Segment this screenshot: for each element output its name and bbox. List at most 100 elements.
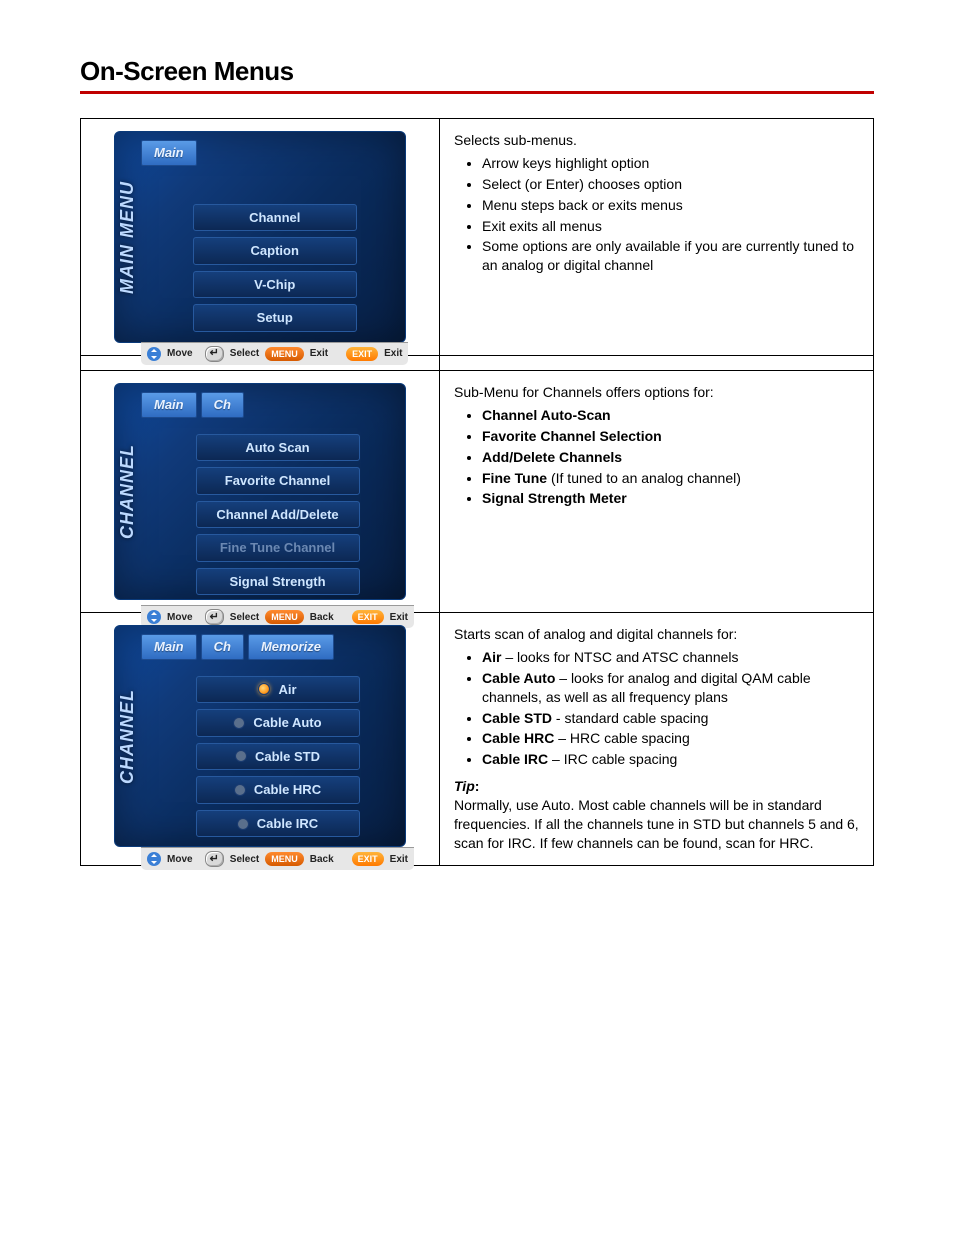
hint-move: Move xyxy=(167,853,193,867)
desc-item: Fine Tune (If tuned to an analog channel… xyxy=(482,469,859,488)
desc-item-text: Exit exits all menus xyxy=(482,218,602,234)
desc-list: Arrow keys highlight option Select (or En… xyxy=(454,154,859,275)
desc-cell: Sub-Menu for Channels offers options for… xyxy=(440,371,874,613)
menu-item-label: Fine Tune Channel xyxy=(220,539,335,557)
menu-item[interactable]: Auto Scan xyxy=(196,434,360,462)
menu-pill: MENU xyxy=(265,610,304,624)
desc-item-bold: Cable STD xyxy=(482,710,552,726)
panel-cell: MAIN MENUMainChannelCaptionV-ChipSetupMo… xyxy=(81,119,440,356)
desc-item-bold: Channel Auto-Scan xyxy=(482,407,611,423)
radio-icon xyxy=(258,683,270,695)
menu-item-label: V-Chip xyxy=(254,276,295,294)
menu-item-label: Channel xyxy=(249,209,300,227)
menu-item-label: Favorite Channel xyxy=(225,472,330,490)
menu-item[interactable]: Favorite Channel xyxy=(196,467,360,495)
desc-intro: Starts scan of analog and digital channe… xyxy=(454,625,859,644)
menu-item-label: Caption xyxy=(251,242,299,260)
desc-item: Cable STD - standard cable spacing xyxy=(482,709,859,728)
hint-exit-action: Exit xyxy=(390,611,408,625)
breadcrumb-item: Memorize xyxy=(248,634,334,660)
table-row: MAIN MENUMainChannelCaptionV-ChipSetupMo… xyxy=(81,119,874,356)
breadcrumb-item: Ch xyxy=(201,392,244,418)
hint-exit-action: Exit xyxy=(390,853,408,867)
breadcrumb: MainCh xyxy=(141,392,414,418)
menu-item-label: Cable Auto xyxy=(253,714,321,732)
radio-icon xyxy=(235,750,247,762)
desc-cell: Selects sub-menus.Arrow keys highlight o… xyxy=(440,119,874,356)
exit-pill: EXIT xyxy=(352,852,384,866)
desc-item-text: – looks for NTSC and ATSC channels xyxy=(501,649,738,665)
breadcrumb: Main xyxy=(141,140,408,166)
menu-item[interactable]: Cable Auto xyxy=(196,709,360,737)
desc-item-text: (If tuned to an analog channel) xyxy=(547,470,741,486)
menu-item[interactable]: Fine Tune Channel xyxy=(196,534,360,562)
hint-select: Select xyxy=(230,853,259,867)
osd-panel: MAIN MENUMainChannelCaptionV-ChipSetupMo… xyxy=(114,131,406,343)
desc-intro: Sub-Menu for Channels offers options for… xyxy=(454,383,859,402)
desc-tip-text: Normally, use Auto. Most cable channels … xyxy=(454,796,859,853)
desc-item: Arrow keys highlight option xyxy=(482,154,859,173)
table-row: CHANNELMainChMemorizeAirCable AutoCable … xyxy=(81,613,874,866)
hint-menu-action: Back xyxy=(310,611,334,625)
desc-item: Signal Strength Meter xyxy=(482,489,859,508)
hint-select: Select xyxy=(230,347,259,361)
menu-item[interactable]: Setup xyxy=(193,304,357,332)
menu-item[interactable]: Cable HRC xyxy=(196,776,360,804)
breadcrumb: MainChMemorize xyxy=(141,634,414,660)
osd-panel: CHANNELMainChMemorizeAirCable AutoCable … xyxy=(114,625,406,847)
menu-item[interactable]: Cable STD xyxy=(196,743,360,771)
menu-item-label: Cable IRC xyxy=(257,815,318,833)
desc-item: Favorite Channel Selection xyxy=(482,427,859,446)
hint-select: Select xyxy=(230,611,259,625)
arrows-icon xyxy=(147,610,161,624)
breadcrumb-item: Ch xyxy=(201,634,244,660)
menu-item[interactable]: Channel xyxy=(193,204,357,232)
desc-item: Exit exits all menus xyxy=(482,217,859,236)
osd-panel: CHANNEL MainCh Auto Scan Favorite Channel Ch… xyxy=(114,383,406,600)
desc-item-text: Some options are only available if you a… xyxy=(482,238,854,273)
panel-side-label: CHANNEL xyxy=(115,444,139,539)
desc-list: Channel Auto-Scan Favorite Channel Select… xyxy=(454,406,859,508)
desc-item-text: Arrow keys highlight option xyxy=(482,155,649,171)
hint-menu-action: Exit xyxy=(310,347,328,361)
enter-key-icon: ↵ xyxy=(205,346,224,362)
desc-item-bold: Signal Strength Meter xyxy=(482,490,627,506)
desc-item-bold: Air xyxy=(482,649,501,665)
desc-tip: Tip: xyxy=(454,777,859,796)
menu-item[interactable]: Caption xyxy=(193,237,357,265)
menu-item[interactable]: V-Chip xyxy=(193,271,357,299)
desc-item: Cable IRC – IRC cable spacing xyxy=(482,750,859,769)
desc-item-text: Select (or Enter) chooses option xyxy=(482,176,682,192)
desc-item-bold: Cable IRC xyxy=(482,751,548,767)
panel-cell: CHANNELMainChMemorizeAirCable AutoCable … xyxy=(81,613,440,866)
menu-item-label: Air xyxy=(278,681,296,699)
arrows-icon xyxy=(147,347,161,361)
menu-item[interactable]: Air xyxy=(196,676,360,704)
hint-menu-action: Back xyxy=(310,853,334,867)
menu-item-label: Channel Add/Delete xyxy=(216,506,338,524)
panel-side-label: MAIN MENU xyxy=(115,181,139,294)
radio-icon xyxy=(234,784,246,796)
desc-item: Cable Auto – looks for analog and digita… xyxy=(482,669,859,707)
desc-item-bold: Add/Delete Channels xyxy=(482,449,622,465)
radio-icon xyxy=(233,717,245,729)
desc-item-text: - standard cable spacing xyxy=(552,710,708,726)
desc-item-bold: Cable Auto xyxy=(482,670,555,686)
colon: : xyxy=(475,778,480,794)
menu-item[interactable]: Channel Add/Delete xyxy=(196,501,360,529)
desc-item-bold: Fine Tune xyxy=(482,470,547,486)
desc-item-bold: Cable HRC xyxy=(482,730,554,746)
menu-item[interactable]: Signal Strength xyxy=(196,568,360,596)
hint-move: Move xyxy=(167,347,193,361)
menu-item-label: Cable STD xyxy=(255,748,320,766)
desc-item-bold: Favorite Channel Selection xyxy=(482,428,662,444)
breadcrumb-item: Main xyxy=(141,392,197,418)
menu-item[interactable]: Cable IRC xyxy=(196,810,360,838)
desc-item: Some options are only available if you a… xyxy=(482,237,859,275)
panel-footer: Move↵SelectMENUExitEXITExit xyxy=(141,342,408,365)
menu-pill: MENU xyxy=(265,347,304,361)
menu-pill: MENU xyxy=(265,852,304,866)
desc-list: Air – looks for NTSC and ATSC channels Ca… xyxy=(454,648,859,769)
menu-table: MAIN MENUMainChannelCaptionV-ChipSetupMo… xyxy=(80,118,874,866)
desc-item: Air – looks for NTSC and ATSC channels xyxy=(482,648,859,667)
